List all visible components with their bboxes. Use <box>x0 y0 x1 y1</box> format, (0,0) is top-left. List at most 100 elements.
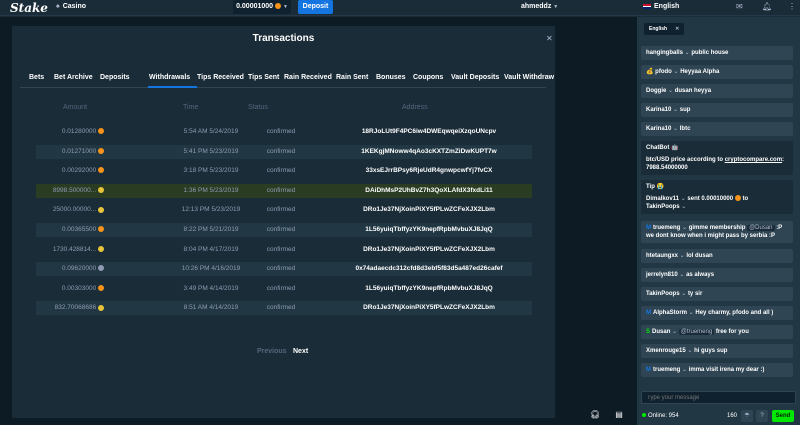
tab-deposits[interactable]: Deposits <box>100 74 130 81</box>
cryptocompare-link[interactable]: cryptocompare.com <box>725 157 782 163</box>
withdrawal-amount: 0.00292000 <box>36 167 104 174</box>
chat-message-input[interactable] <box>641 391 796 404</box>
withdrawal-address[interactable]: DAiDhMsP2UhBvZ7h3QoXLAfdX3fxdLi11 <box>326 187 532 194</box>
tab-withdrawals[interactable]: Withdrawals <box>149 74 190 81</box>
table-row[interactable]: 1730.428814... 8:04 PM 4/17/2019 confirme… <box>36 243 532 257</box>
column-amount: Amount <box>63 104 88 111</box>
withdrawal-address[interactable]: 1L56yuiqTbffyzYK9nepfRpbMvbuXJ8JqQ <box>326 285 532 292</box>
notification-bell-icon[interactable]: 🔔︎ <box>762 2 772 11</box>
withdrawal-time: 1:36 PM 5/23/2019 <box>183 186 239 194</box>
withdrawal-amount: 832.70068686 <box>36 304 104 311</box>
chat-language-tag[interactable]: English ✕ <box>644 23 685 35</box>
uk-flag-icon <box>643 3 651 9</box>
nav-casino[interactable]: ♠ Casino <box>56 3 86 10</box>
btc-coin-icon <box>734 195 741 202</box>
tab-bonuses[interactable]: Bonuses <box>376 74 406 81</box>
member-badge-icon: M <box>646 310 651 316</box>
tab-vault-withdraw[interactable]: Vault Withdraw <box>504 74 554 81</box>
table-row[interactable]: 25000.00000... 12:13 PM 5/23/2019 confirm… <box>36 203 532 217</box>
pagination-previous[interactable]: Previous <box>257 348 287 355</box>
table-row[interactable]: 0.00292000 3:18 PM 5/23/2019 confirmed 33x… <box>36 164 532 178</box>
btc-coin-icon <box>98 167 104 174</box>
headset-support-icon[interactable]: 🎧︎ <box>588 408 602 422</box>
withdrawal-amount: 25000.00000... <box>36 206 104 213</box>
column-status: Status <box>248 104 268 111</box>
chat-message: Karina10 ⌄ sup <box>641 103 793 117</box>
withdrawal-address[interactable]: 1L56yuiqTbffyzYK9nepfRpbMvbuXJ8JqQ <box>326 226 532 233</box>
tab-tips-received[interactable]: Tips Received <box>197 74 244 81</box>
tab-coupons[interactable]: Coupons <box>413 74 443 81</box>
pagination-next[interactable]: Next <box>293 348 308 355</box>
table-row[interactable]: 0.09620000 10:26 PM 4/16/2019 confirmed 0x… <box>36 262 532 277</box>
table-row[interactable]: 8998.500000... 1:36 PM 5/23/2019 confirme… <box>36 183 532 198</box>
withdrawal-status: confirmed <box>266 284 296 292</box>
withdrawal-address[interactable]: DRo1Je37NjXoinPiXY5fPLwZCFeXJX2Lbm <box>326 246 532 253</box>
withdrawal-status: confirmed <box>266 206 296 214</box>
chat-username[interactable]: jerrelyn810 <box>646 272 678 278</box>
table-row[interactable]: 0.00303000 3:49 PM 4/14/2019 confirmed 1L5… <box>36 282 532 296</box>
withdrawal-address[interactable]: 0x74adaecdc312cfd8d3ebf5f83d5a487ed26caf… <box>326 265 532 272</box>
chat-message: 💰 pfodo ⌄ Heyyaa Alpha <box>641 65 793 79</box>
tab-tips-sent[interactable]: Tips Sent <box>248 74 279 81</box>
tab-rain-sent[interactable]: Rain Sent <box>336 74 368 81</box>
chat-username[interactable]: TakinPoops <box>646 291 680 297</box>
chat-username[interactable]: Xmenrouge15 <box>646 348 686 354</box>
chat-text: Heyyaa Alpha <box>680 69 720 75</box>
chat-message: Xmenrouge15 ⌄ hi guys sup <box>641 344 793 358</box>
commands-icon[interactable]: ? <box>756 410 768 422</box>
send-button[interactable]: Send <box>772 410 794 422</box>
casino-icon: ♠ <box>56 3 60 10</box>
language-selector[interactable]: English <box>643 3 679 10</box>
table-row[interactable]: 0.00365500 8:22 PM 5/21/2019 confirmed 1L5… <box>36 223 532 237</box>
close-icon[interactable]: ✕ <box>546 34 553 43</box>
chat-username[interactable]: htetaungxx <box>646 253 678 259</box>
withdrawal-address[interactable]: DRo1Je37NjXoinPiXY5fPLwZCFeXJX2Lbm <box>326 206 532 213</box>
withdrawal-address[interactable]: 33xsEJrrBPsy6RjeUdR4gnwpcwfYj7fvCX <box>326 167 532 174</box>
table-row[interactable]: 0.01271000 5:41 PM 5/23/2019 confirmed 1KE… <box>36 144 532 159</box>
column-time: Time <box>183 104 199 111</box>
rain-icon[interactable]: ☂ <box>741 410 753 422</box>
chat-username[interactable]: Karina10 <box>646 107 671 113</box>
staff-badge-icon: S <box>646 329 651 335</box>
amount-value: 832.70068686 <box>54 304 97 312</box>
mail-icon[interactable]: ✉ <box>736 2 743 11</box>
chat-username[interactable]: truemeng <box>653 367 680 373</box>
chat-mention[interactable]: @truemeng <box>678 329 715 335</box>
balance-display[interactable]: 0.00001000 ▼ <box>233 0 291 14</box>
tab-bets[interactable]: Bets <box>29 74 44 81</box>
chat-toggle-icon[interactable]: ▤ <box>612 408 626 422</box>
close-icon[interactable]: ✕ <box>675 26 679 32</box>
chat-username[interactable]: TakinPoops <box>646 204 680 210</box>
chat-username[interactable]: truemeng <box>653 225 680 231</box>
amount-value: 0.00365500 <box>61 226 97 233</box>
chat-username[interactable]: Dusan <box>652 329 670 335</box>
withdrawal-address[interactable]: 18RJoLUt9F4PC6iw4DWEqwqeiXzqoUNcpv <box>326 128 532 135</box>
withdrawal-address[interactable]: DRo1Je37NjXoinPiXY5fPLwZCFeXJX2Lbm <box>326 304 532 311</box>
brand-logo[interactable]: Stake <box>10 1 48 15</box>
tab-bet-archive[interactable]: Bet Archive <box>54 74 93 81</box>
transaction-tabs: Bets Bet Archive Deposits Withdrawals Ti… <box>20 70 554 88</box>
chevron-down-icon: ⌄ <box>666 88 675 94</box>
amount-value: 25000.00000... <box>52 206 97 214</box>
chat-text: btc/USD price according to <box>646 157 724 163</box>
chat-username[interactable]: hangingballs <box>646 50 683 56</box>
tab-vault-deposits[interactable]: Vault Deposits <box>451 74 499 81</box>
chat-username[interactable]: AlphaStorm <box>653 310 687 316</box>
chat-username[interactable]: Karina10 <box>646 126 671 132</box>
chat-mention[interactable]: @Dusan <box>747 225 775 231</box>
chat-text: 7988.54000000 <box>646 165 688 171</box>
user-menu[interactable]: ahmeddz ▼ <box>521 3 558 10</box>
withdrawal-time: 8:51 AM 4/14/2019 <box>183 304 239 312</box>
chat-text: to <box>742 196 749 202</box>
more-menu-icon[interactable]: ⋮ <box>788 2 796 11</box>
table-row[interactable]: 832.70068686 8:51 AM 4/14/2019 confirmed D… <box>36 301 532 316</box>
chat-username[interactable]: Dimalkov11 <box>646 196 679 202</box>
withdrawal-time: 10:26 PM 4/16/2019 <box>181 265 241 273</box>
deposit-button[interactable]: Deposit <box>298 0 333 14</box>
chevron-down-icon: ⌄ <box>680 367 689 373</box>
table-row[interactable]: 0.01280000 5:54 AM 5/24/2019 confirmed 18R… <box>36 125 532 139</box>
chat-username[interactable]: pfodo <box>655 69 672 75</box>
tab-rain-received[interactable]: Rain Received <box>284 74 332 81</box>
chat-username[interactable]: Doggie <box>646 88 666 94</box>
withdrawal-address[interactable]: 1KEKgjMNoww4qAo3cKXTZmZiDwKUPT7w <box>326 148 532 155</box>
